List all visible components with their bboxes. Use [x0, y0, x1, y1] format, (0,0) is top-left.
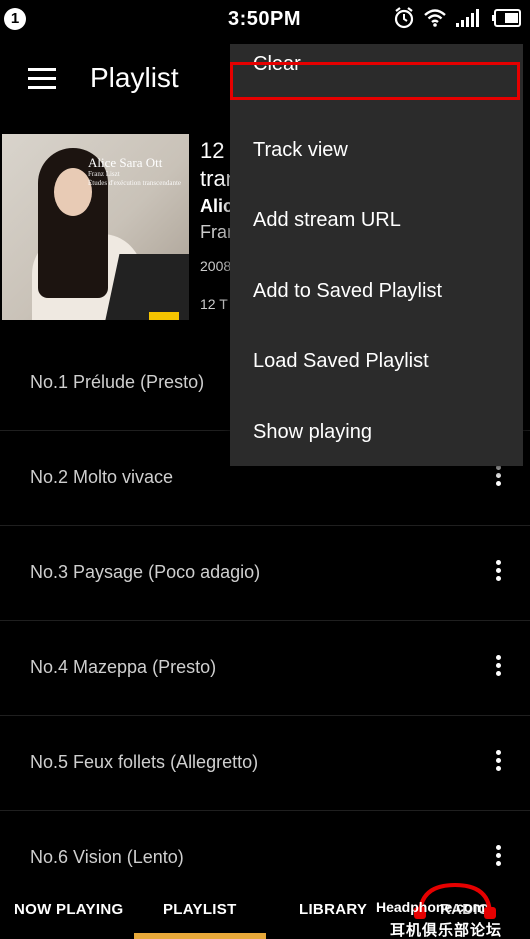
track-title: No.6 Vision (Lento) — [30, 847, 184, 867]
page-title: Playlist — [90, 62, 179, 93]
status-bar: 1 3:50PM — [0, 0, 530, 38]
signal-icon — [456, 9, 482, 27]
track-title: No.3 Paysage (Poco adagio) — [30, 562, 261, 582]
bottom-nav: NOW PLAYING PLAYLIST LIBRARY RADIO Headp… — [0, 882, 530, 939]
menu-item-add-to-saved-playlist[interactable]: Add to Saved Playlist — [230, 256, 523, 326]
status-clock: 3:50PM — [228, 8, 302, 30]
watermark-bottom-text: 耳机俱乐部论坛 — [390, 922, 503, 939]
battery-icon — [492, 9, 522, 27]
menu-item-clear-label: Clear — [253, 53, 301, 75]
menu-item-track-view[interactable]: Track view — [230, 115, 523, 185]
album-artist: Alic — [200, 196, 234, 216]
hamburger-icon[interactable] — [28, 68, 56, 90]
more-vert-icon[interactable] — [494, 845, 502, 871]
more-vert-icon[interactable] — [494, 560, 502, 586]
tab-now-playing[interactable]: NOW PLAYING — [14, 901, 123, 918]
active-tab-indicator — [134, 933, 266, 939]
overflow-menu: Clear Track view Add stream URL Add to S… — [230, 44, 523, 466]
more-vert-icon[interactable] — [494, 750, 502, 776]
notification-badge: 1 — [4, 8, 26, 30]
more-vert-icon[interactable] — [494, 655, 502, 681]
menu-item-load-saved-playlist[interactable]: Load Saved Playlist — [230, 326, 523, 396]
label-logo-icon — [147, 310, 181, 320]
status-icons — [394, 7, 522, 29]
tab-library[interactable]: LIBRARY — [299, 901, 367, 918]
album-art-artist: Alice Sara Ott — [88, 155, 163, 170]
track-row[interactable]: No.5 Feux follets (Allegretto) — [0, 716, 530, 811]
more-vert-icon[interactable] — [494, 465, 502, 491]
track-title: No.1 Prélude (Presto) — [30, 372, 205, 392]
album-art-composer: Franz Liszt — [88, 170, 120, 178]
album-art: Alice Sara Ott Franz Liszt Études d'exéc… — [2, 134, 189, 320]
album-title-line-1: 12 — [200, 138, 225, 163]
wifi-icon — [424, 9, 446, 27]
track-title: No.4 Mazeppa (Presto) — [30, 657, 217, 677]
track-title: No.2 Molto vivace — [30, 467, 174, 487]
album-year: 2008 — [200, 258, 232, 274]
tab-playlist[interactable]: PLAYLIST — [163, 901, 237, 918]
menu-item-clear[interactable]: Clear — [230, 45, 523, 115]
menu-item-add-stream-url[interactable]: Add stream URL — [230, 185, 523, 255]
track-title: No.5 Feux follets (Allegretto) — [30, 752, 259, 772]
track-row[interactable]: No.4 Mazeppa (Presto) — [0, 621, 530, 716]
alarm-icon — [394, 7, 414, 29]
tab-radio[interactable]: RADIO — [440, 901, 490, 918]
menu-item-show-playing[interactable]: Show playing — [230, 397, 523, 467]
album-track-count: 12 T — [200, 296, 228, 312]
track-row[interactable]: No.3 Paysage (Poco adagio) — [0, 526, 530, 621]
album-art-subtitle: Études d'exécution transcendante — [88, 179, 182, 187]
album-art-text: Alice Sara Ott Franz Liszt Études d'exéc… — [88, 156, 181, 188]
